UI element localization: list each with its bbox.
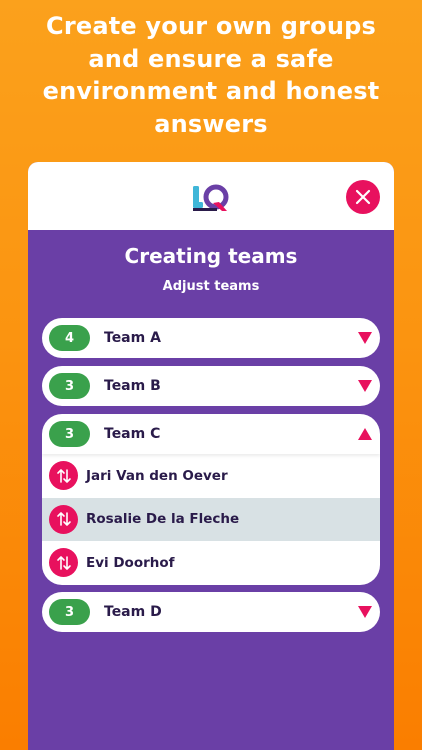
close-button[interactable] (346, 180, 380, 214)
team-name: Team C (104, 426, 161, 442)
caret-up-icon[interactable] (358, 427, 372, 441)
team-count-badge: 4 (49, 325, 90, 351)
team-name: Team A (104, 330, 161, 346)
team-name: Team D (104, 604, 162, 620)
team-count-badge: 3 (49, 373, 90, 399)
teams-card: Creating teams Adjust teams 4 Team A 3 T… (28, 162, 394, 750)
team-row-a[interactable]: 4 Team A (42, 318, 380, 358)
card-header (28, 162, 394, 230)
team-count-badge: 3 (49, 599, 90, 625)
headline: Create your own groups and ensure a safe… (0, 10, 422, 140)
page-title: Creating teams (124, 244, 298, 268)
member-name: Rosalie De la Fleche (86, 511, 240, 528)
iq-logo (193, 184, 229, 211)
member-row[interactable]: Jari Van den Oever (42, 454, 380, 498)
member-row[interactable]: Evi Doorhof (42, 541, 380, 585)
team-row-d[interactable]: 3 Team D (42, 592, 380, 632)
swap-vertical-icon[interactable] (49, 461, 78, 491)
team-name: Team B (104, 378, 161, 394)
caret-down-icon[interactable] (358, 605, 372, 619)
page-subtitle: Adjust teams (162, 279, 260, 294)
headline-line-1: Create your own groups (46, 12, 376, 40)
headline-line-3: environment and honest (42, 77, 380, 105)
swap-vertical-icon[interactable] (49, 504, 78, 534)
team-row-c[interactable]: 3 Team C (42, 414, 380, 454)
swap-vertical-icon[interactable] (49, 548, 78, 578)
team-panel-c: 3 Team C Jari Van den Oever Rosalie De l… (42, 414, 380, 585)
team-count-badge: 3 (49, 421, 90, 447)
member-name: Evi Doorhof (86, 554, 175, 571)
caret-down-icon[interactable] (358, 379, 372, 393)
headline-line-2: and ensure a safe (88, 44, 334, 73)
caret-down-icon[interactable] (358, 331, 372, 345)
headline-line-4: answers (154, 109, 268, 138)
close-icon (355, 189, 371, 205)
team-row-b[interactable]: 3 Team B (42, 366, 380, 406)
member-name: Jari Van den Oever (86, 467, 228, 484)
member-row-selected[interactable]: Rosalie De la Fleche (42, 497, 380, 541)
